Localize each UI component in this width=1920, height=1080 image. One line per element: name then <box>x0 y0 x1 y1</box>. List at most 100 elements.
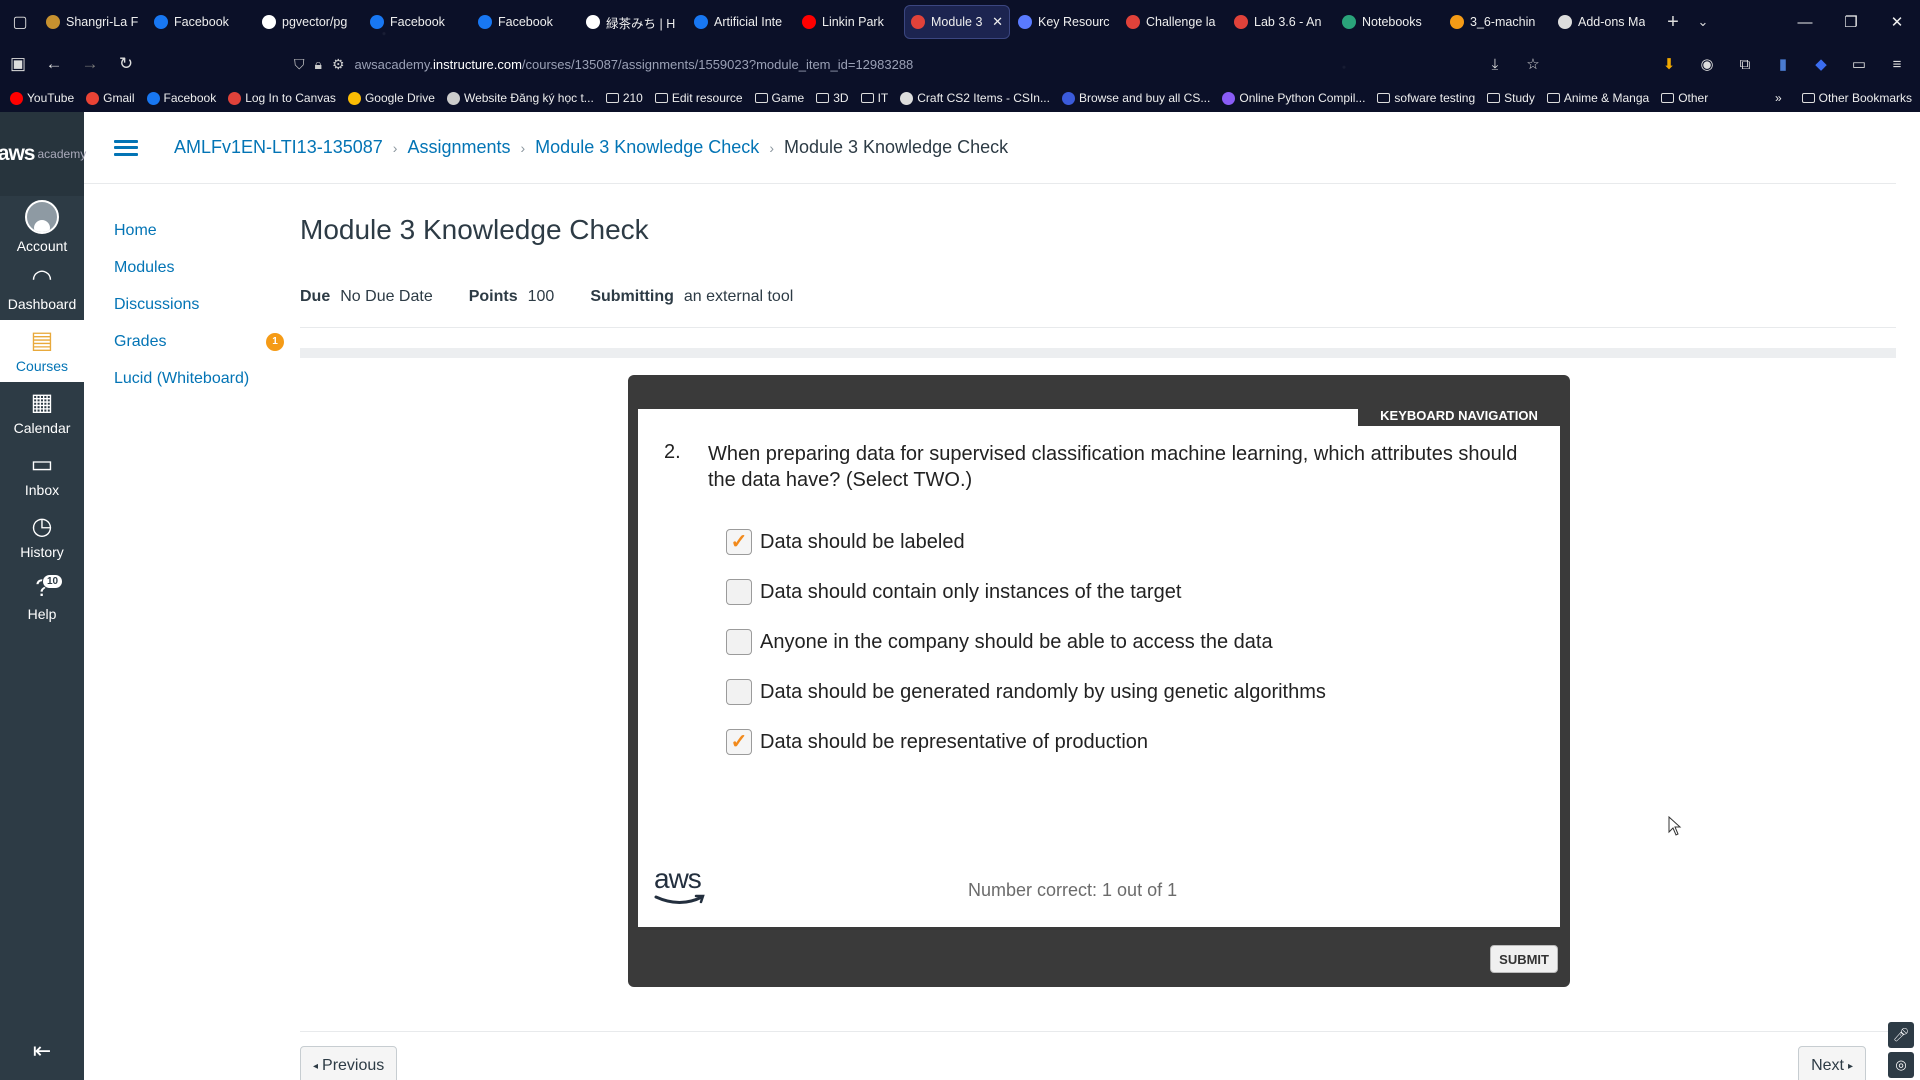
bookmark-item[interactable]: Game <box>754 91 804 105</box>
bookmark-item[interactable]: 210 <box>605 91 643 105</box>
help-badge: 10 <box>42 574 64 589</box>
breadcrumb-course[interactable]: AMLFv1EN-LTI13-135087 <box>174 137 383 158</box>
global-nav-inbox[interactable]: ▭ Inbox <box>0 444 84 506</box>
browser-tab[interactable]: 3_6-machin <box>1444 5 1550 39</box>
bookmark-item[interactable]: YouTube <box>10 91 74 105</box>
reload-icon[interactable]: ↻ <box>108 48 144 80</box>
breadcrumb-assignments[interactable]: Assignments <box>407 137 510 158</box>
checkbox-unchecked[interactable] <box>726 579 752 605</box>
browser-tab[interactable]: Add-ons Ma <box>1552 5 1658 39</box>
browser-tab[interactable]: Facebook <box>472 5 578 39</box>
course-nav-home[interactable]: Home <box>114 212 274 249</box>
more-bookmarks-icon[interactable]: » <box>1775 91 1782 105</box>
extension-shield-icon[interactable]: ◆ <box>1806 48 1836 80</box>
collapse-nav-icon[interactable]: ⇤ <box>0 1038 84 1064</box>
bookmark-item[interactable]: Study <box>1487 91 1535 105</box>
accessibility-icon[interactable]: ◎ <box>1888 1052 1914 1078</box>
next-button[interactable]: Next ▸ <box>1798 1046 1866 1080</box>
microphone-icon[interactable]: 🎤︎ <box>1888 1022 1914 1048</box>
answer-option[interactable]: ✓ Data should be labeled <box>726 517 1326 567</box>
browser-tab[interactable]: pgvector/pg <box>256 5 362 39</box>
bookmark-item[interactable]: Log In to Canvas <box>228 91 336 105</box>
bookmark-item[interactable]: Anime & Manga <box>1546 91 1649 105</box>
url-text[interactable]: awsacademy.instructure.com/courses/13508… <box>355 57 914 72</box>
global-nav-dashboard[interactable]: ◠ Dashboard <box>0 258 84 320</box>
minimize-icon[interactable]: — <box>1782 0 1828 44</box>
bookmark-item[interactable]: Online Python Compil... <box>1222 91 1365 105</box>
checkbox-checked[interactable]: ✓ <box>726 529 752 555</box>
downloads-icon[interactable]: ⬇ <box>1654 48 1684 80</box>
answer-option[interactable]: ✓ Data should be representative of produc… <box>726 717 1326 767</box>
aws-academy-logo[interactable]: aws academy <box>0 112 86 196</box>
answer-option-label: Anyone in the company should be able to … <box>760 630 1273 653</box>
bookmark-item[interactable]: Browse and buy all CS... <box>1061 91 1210 105</box>
save-page-icon[interactable]: ⤓ <box>1480 48 1510 80</box>
extension-gray-icon[interactable]: ▭ <box>1844 48 1874 80</box>
next-label: Next <box>1811 1057 1844 1074</box>
bookmark-item[interactable]: IT <box>860 91 888 105</box>
browser-tab[interactable]: Lab 3.6 - An <box>1228 5 1334 39</box>
browser-tab[interactable]: Module 3 ✕ <box>904 5 1010 39</box>
browser-tab[interactable]: Challenge la <box>1120 5 1226 39</box>
hamburger-menu-icon[interactable] <box>114 139 138 156</box>
browser-tab[interactable]: Key Resourc <box>1012 5 1118 39</box>
bookmark-item[interactable]: Facebook <box>146 91 216 105</box>
profile-icon[interactable]: ◉ <box>1692 48 1722 80</box>
checkbox-unchecked[interactable] <box>726 679 752 705</box>
browser-tab[interactable]: Facebook <box>364 5 470 39</box>
bookmark-star-icon[interactable]: ☆ <box>1518 48 1548 80</box>
keyboard-navigation-tab[interactable]: KEYBOARD NAVIGATION <box>1358 402 1560 426</box>
bookmark-item[interactable]: Other <box>1661 91 1708 105</box>
global-nav-account[interactable]: Account <box>0 196 84 258</box>
extensions-icon[interactable]: ⧉ <box>1730 48 1760 80</box>
bookmark-item[interactable]: Edit resource <box>654 91 743 105</box>
sidebar-toggle-icon[interactable]: ▣ <box>0 48 36 80</box>
bookmark-item[interactable]: Gmail <box>86 91 135 105</box>
bookmark-item[interactable]: Craft CS2 Items - CSIn... <box>900 91 1050 105</box>
shield-icon[interactable]: ⛉ <box>294 56 305 73</box>
tab-dropdown-icon[interactable]: ⌄ <box>1688 14 1718 30</box>
global-nav-help[interactable]: ? Help 10 <box>0 568 84 630</box>
browser-tab[interactable]: Linkin Park <box>796 5 902 39</box>
global-nav-history[interactable]: ◷ History <box>0 506 84 568</box>
close-window-icon[interactable]: ✕ <box>1874 0 1920 44</box>
answer-option[interactable]: Data should be generated randomly by usi… <box>726 667 1326 717</box>
tab-actions-icon[interactable]: ▢ <box>0 0 40 44</box>
bookmark-item[interactable]: Google Drive <box>347 91 435 105</box>
browser-tab[interactable]: 緑茶みち | H <box>580 5 686 39</box>
bookmark-item[interactable]: Website Đăng ký học t... <box>446 91 594 105</box>
close-tab-icon[interactable]: ✕ <box>992 14 1003 30</box>
page-settings-icon[interactable]: ⚙ <box>332 56 345 73</box>
browser-tab[interactable]: Facebook <box>148 5 254 39</box>
submit-button[interactable]: SUBMIT <box>1490 945 1558 973</box>
extension-tardis-icon[interactable]: ▮ <box>1768 48 1798 80</box>
browser-tab[interactable]: Notebooks <box>1336 5 1442 39</box>
address-bar[interactable]: ⛉ 🔒︎ ⚙ awsacademy.instructure.com/course… <box>294 48 1474 80</box>
answer-option[interactable]: Data should contain only instances of th… <box>726 567 1326 617</box>
breadcrumb-separator-icon: › <box>769 139 774 156</box>
course-nav-grades[interactable]: Grades 1 <box>114 323 284 360</box>
forward-icon[interactable]: → <box>72 48 108 80</box>
answer-option[interactable]: Anyone in the company should be able to … <box>726 617 1326 667</box>
checkbox-checked[interactable]: ✓ <box>726 729 752 755</box>
breadcrumb-module[interactable]: Module 3 Knowledge Check <box>535 137 759 158</box>
course-nav-modules[interactable]: Modules <box>114 249 274 286</box>
restore-icon[interactable]: ❐ <box>1828 0 1874 44</box>
menu-icon[interactable]: ≡ <box>1882 48 1912 80</box>
browser-tab[interactable]: Shangri-La F <box>40 5 146 39</box>
back-icon[interactable]: ← <box>36 48 72 80</box>
bookmark-item[interactable]: sofware testing <box>1377 91 1475 105</box>
browser-tab[interactable]: Artificial Inte <box>688 5 794 39</box>
other-bookmarks[interactable]: Other Bookmarks <box>1801 91 1912 105</box>
course-nav-label: Grades <box>114 332 167 350</box>
course-nav-discussions[interactable]: Discussions <box>114 286 274 323</box>
previous-button[interactable]: ◂ Previous <box>300 1046 398 1080</box>
new-tab-icon[interactable]: + <box>1658 11 1688 34</box>
checkbox-unchecked[interactable] <box>726 629 752 655</box>
global-nav-courses[interactable]: ▤ Courses <box>0 320 84 382</box>
due-detail: Due No Due Date <box>300 288 433 306</box>
global-nav-calendar[interactable]: ▦ Calendar <box>0 382 84 444</box>
lock-icon[interactable]: 🔒︎ <box>315 56 322 73</box>
course-nav-lucid-whiteboard[interactable]: Lucid (Whiteboard) <box>114 360 274 397</box>
bookmark-item[interactable]: 3D <box>816 91 849 105</box>
